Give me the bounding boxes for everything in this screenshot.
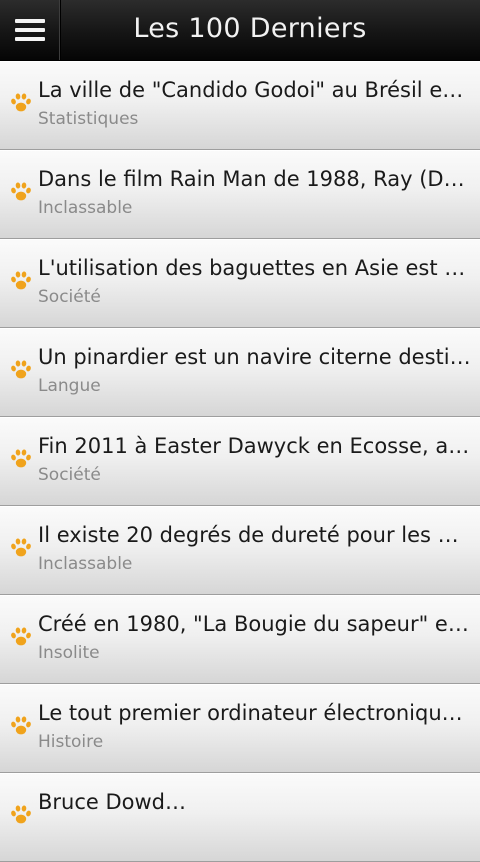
list-item[interactable]: Dans le film Rain Man de 1988, Ray (Dus…… [0,150,480,239]
item-category: Société [38,465,101,485]
item-title: Créé en 1980, "La Bougie du sapeur" es… [38,612,474,636]
paw-icon [11,627,31,646]
item-title: La ville de "Candido Godoi" au Brésil es… [38,78,474,102]
paw-icon [11,93,31,112]
list-item[interactable]: Il existe 20 degrés de dureté pour les m… [0,506,480,595]
list-item[interactable]: Un pinardier est un navire citerne desti… [0,328,480,417]
item-category: Langue [38,376,101,396]
paw-icon [11,716,31,735]
paw-icon [11,805,31,824]
item-category: Inclassable [38,198,133,218]
list-item[interactable]: Bruce Dowd… [0,773,480,862]
item-category: Société [38,287,101,307]
list-item[interactable]: Fin 2011 à Easter Dawyck en Ecosse, a … … [0,417,480,506]
paw-icon [11,449,31,468]
item-title: L'utilisation des baguettes en Asie est … [38,256,474,280]
item-title: Dans le film Rain Man de 1988, Ray (Dus… [38,167,474,191]
item-category: Insolite [38,643,100,663]
app-header: Les 100 Derniers [0,0,480,61]
fact-list: La ville de "Candido Godoi" au Brésil es… [0,61,480,862]
paw-icon [11,538,31,557]
item-category: Inclassable [38,554,133,574]
paw-icon [11,271,31,290]
paw-icon [11,182,31,201]
page-title: Les 100 Derniers [133,13,367,44]
item-category: Histoire [38,732,104,752]
paw-icon [11,360,31,379]
list-item[interactable]: L'utilisation des baguettes en Asie est … [0,239,480,328]
item-title: Bruce Dowd… [38,790,187,814]
menu-button[interactable] [0,0,60,60]
list-item[interactable]: La ville de "Candido Godoi" au Brésil es… [0,61,480,150]
item-title: Le tout premier ordinateur électronique … [38,701,474,725]
item-title: Il existe 20 degrés de dureté pour les m… [38,523,474,547]
list-item[interactable]: Le tout premier ordinateur électronique … [0,684,480,773]
item-title: Un pinardier est un navire citerne desti… [38,345,474,369]
item-title: Fin 2011 à Easter Dawyck en Ecosse, a … [38,434,474,458]
list-item[interactable]: Créé en 1980, "La Bougie du sapeur" es… … [0,595,480,684]
item-category: Statistiques [38,109,139,129]
